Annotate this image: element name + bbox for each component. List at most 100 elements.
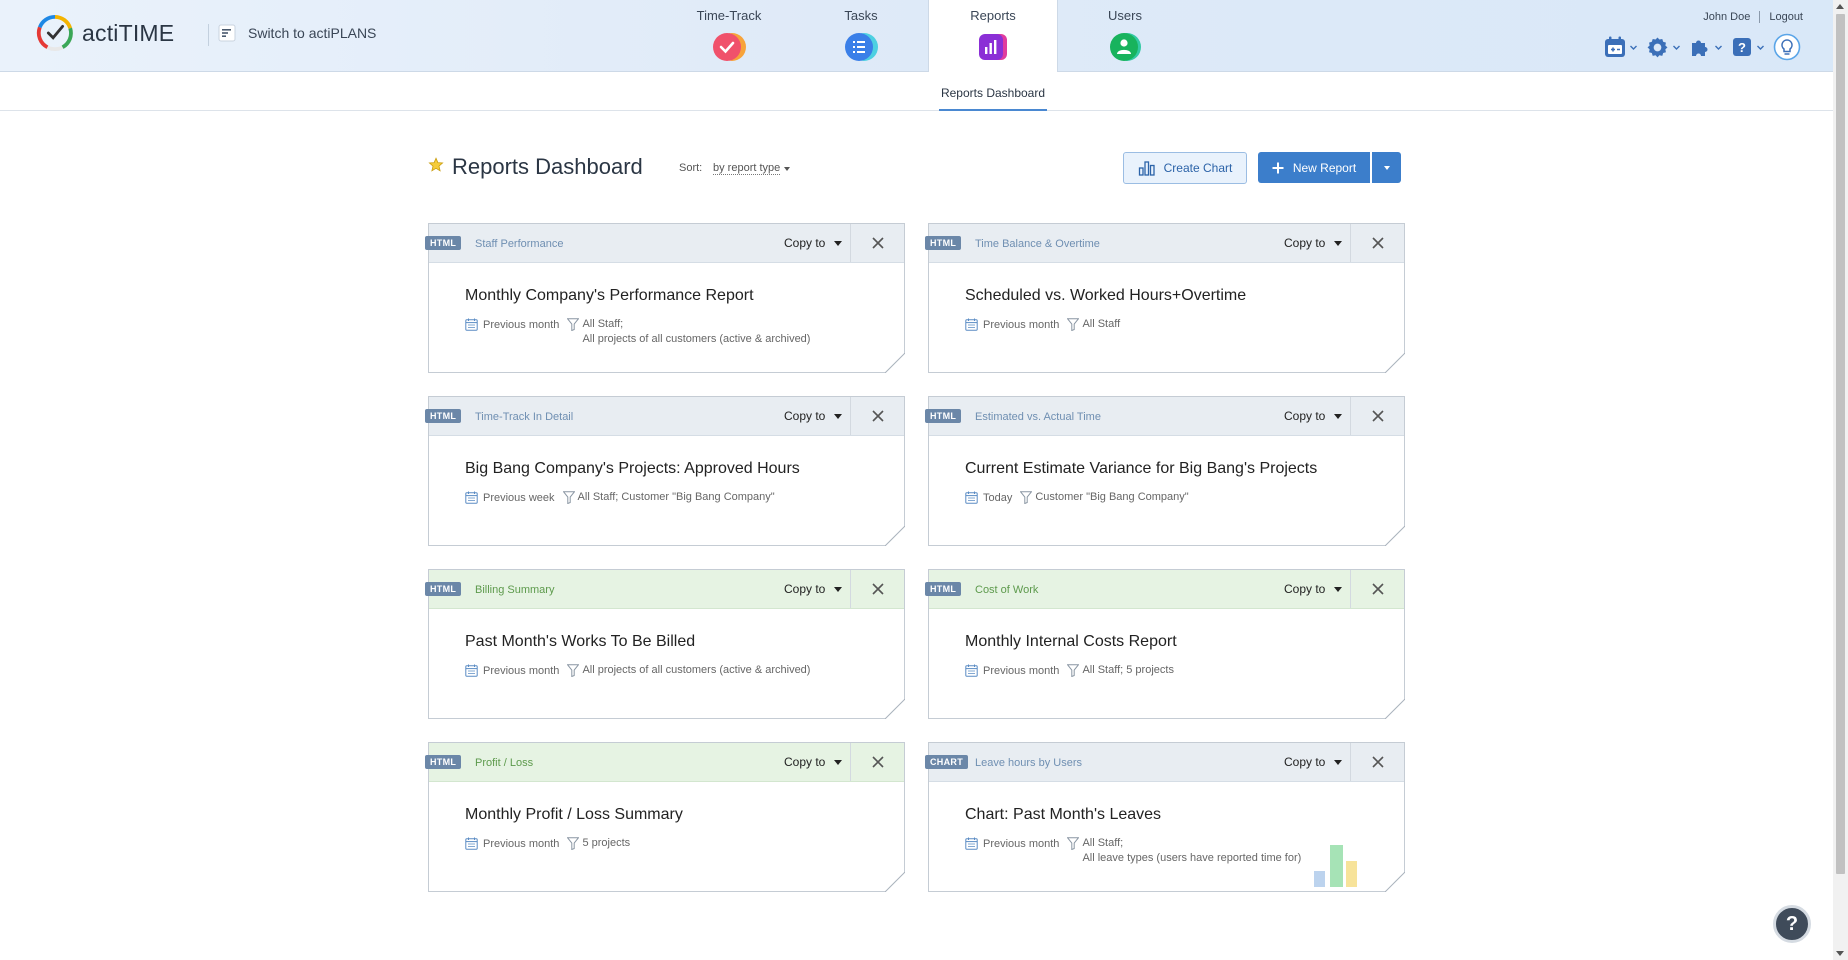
report-parameters: Previous month All Staff; All projects o… — [465, 318, 810, 347]
scroll-down-arrow[interactable] — [1836, 951, 1844, 956]
copy-to-dropdown[interactable]: Copy to — [784, 755, 843, 769]
settings-menu[interactable] — [1646, 36, 1681, 59]
switch-to-actiplans-link[interactable]: Switch to actiPLANS — [218, 24, 376, 42]
report-parameters: Previous month All Staff; 5 projects — [965, 664, 1174, 678]
nav-tab-users[interactable]: Users — [1060, 0, 1190, 72]
report-title[interactable]: Current Estimate Variance for Big Bang's… — [965, 460, 1317, 478]
report-parameters: Previous month All Staff — [965, 318, 1120, 332]
remove-report-button[interactable] — [850, 570, 904, 608]
app-logo[interactable]: actiTIME — [36, 14, 174, 52]
chevron-down-icon — [834, 240, 843, 246]
report-card[interactable]: HTML Time-Track In Detail Copy to Big Ba… — [425, 396, 905, 546]
report-card[interactable]: HTML Time Balance & Overtime Copy to Sch… — [925, 223, 1405, 373]
copy-to-dropdown[interactable]: Copy to — [1284, 582, 1343, 596]
remove-report-button[interactable] — [1350, 397, 1404, 435]
report-card[interactable]: CHART Leave hours by Users Copy to Chart… — [925, 742, 1405, 892]
copy-to-dropdown[interactable]: Copy to — [784, 236, 843, 250]
favorite-star-icon[interactable] — [428, 157, 444, 173]
report-type-link[interactable]: Profit / Loss — [475, 757, 533, 769]
report-card[interactable]: HTML Staff Performance Copy to Monthly C… — [425, 223, 905, 373]
copy-to-dropdown[interactable]: Copy to — [784, 582, 843, 596]
scrollbar-thumb[interactable] — [1836, 14, 1845, 874]
sort-dropdown[interactable]: by report type — [713, 162, 791, 175]
page-fold-corner — [1385, 353, 1405, 373]
format-badge: CHART — [925, 755, 968, 769]
sort-value: by report type — [713, 162, 781, 175]
remove-report-button[interactable] — [850, 743, 904, 781]
report-title[interactable]: Past Month's Works To Be Billed — [465, 633, 695, 651]
close-icon — [1371, 583, 1384, 595]
chevron-down-icon — [1757, 45, 1764, 50]
remove-report-button[interactable] — [850, 224, 904, 262]
close-icon — [871, 237, 884, 249]
report-card-header: HTML Time Balance & Overtime Copy to — [925, 224, 1404, 263]
scroll-up-arrow[interactable] — [1836, 4, 1844, 9]
thumbnail-bar-3 — [1346, 861, 1357, 887]
top-header: actiTIME Switch to actiPLANS Time-Track … — [0, 0, 1833, 73]
report-card[interactable]: HTML Estimated vs. Actual Time Copy to C… — [925, 396, 1405, 546]
report-title[interactable]: Chart: Past Month's Leaves — [965, 806, 1161, 824]
copy-to-label: Copy to — [1284, 755, 1326, 769]
nav-tab-tasks[interactable]: Tasks — [796, 0, 926, 72]
addons-menu[interactable] — [1689, 36, 1723, 58]
copy-to-dropdown[interactable]: Copy to — [1284, 409, 1343, 423]
report-parameters: Today Customer "Big Bang Company" — [965, 491, 1189, 505]
puzzle-icon — [1692, 40, 1708, 56]
report-title[interactable]: Monthly Profit / Loss Summary — [465, 806, 683, 824]
vertical-scrollbar[interactable] — [1833, 0, 1848, 960]
report-type-link[interactable]: Estimated vs. Actual Time — [975, 411, 1101, 423]
report-type-link[interactable]: Time Balance & Overtime — [975, 238, 1100, 250]
remove-report-button[interactable] — [1350, 570, 1404, 608]
new-report-label: New Report — [1292, 160, 1357, 175]
report-card[interactable]: HTML Cost of Work Copy to Monthly Intern… — [925, 569, 1405, 719]
copy-to-label: Copy to — [784, 409, 826, 423]
create-chart-button[interactable]: Create Chart — [1123, 152, 1247, 184]
remove-report-button[interactable] — [1350, 224, 1404, 262]
report-type-link[interactable]: Leave hours by Users — [975, 757, 1082, 769]
filter-icon — [1067, 837, 1080, 850]
help-menu[interactable]: ? — [1731, 36, 1765, 58]
nav-tab-reports[interactable]: Reports — [928, 0, 1058, 73]
report-parameters: Previous week All Staff; Customer "Big B… — [465, 491, 775, 505]
report-card-header: HTML Cost of Work Copy to — [925, 570, 1404, 609]
page-fold-corner — [1385, 699, 1405, 719]
report-filter: 5 projects — [582, 837, 631, 849]
floating-help-button[interactable]: ? — [1773, 905, 1811, 943]
format-badge: HTML — [425, 755, 462, 769]
report-card[interactable]: HTML Billing Summary Copy to Past Month'… — [425, 569, 905, 719]
remove-report-button[interactable] — [1350, 743, 1404, 781]
filter-icon — [1067, 318, 1080, 331]
sub-navigation: Reports Dashboard — [0, 72, 1833, 111]
chevron-down-icon — [1383, 165, 1390, 170]
calendar-menu[interactable] — [1604, 36, 1638, 58]
copy-to-dropdown[interactable]: Copy to — [784, 409, 843, 423]
tips-button[interactable] — [1773, 33, 1801, 61]
report-card-header: HTML Estimated vs. Actual Time Copy to — [925, 397, 1404, 436]
copy-to-dropdown[interactable]: Copy to — [1284, 236, 1343, 250]
page-fold-corner — [885, 872, 905, 892]
calendar-icon — [965, 664, 978, 677]
calendar-icon — [1605, 36, 1625, 57]
copy-to-dropdown[interactable]: Copy to — [1284, 755, 1343, 769]
logout-link[interactable]: Logout — [1769, 11, 1803, 23]
report-title[interactable]: Monthly Company's Performance Report — [465, 287, 754, 305]
nav-tab-time-track[interactable]: Time-Track — [664, 0, 794, 72]
report-card[interactable]: HTML Profit / Loss Copy to Monthly Profi… — [425, 742, 905, 892]
tab-reports-dashboard[interactable]: Reports Dashboard — [939, 86, 1047, 111]
report-type-link[interactable]: Staff Performance — [475, 238, 563, 250]
report-type-link[interactable]: Cost of Work — [975, 584, 1038, 596]
user-name-link[interactable]: John Doe — [1703, 11, 1750, 23]
report-type-link[interactable]: Billing Summary — [475, 584, 554, 596]
nav-tab-label: Time-Track — [696, 8, 762, 23]
report-title[interactable]: Scheduled vs. Worked Hours+Overtime — [965, 287, 1246, 305]
report-title[interactable]: Big Bang Company's Projects: Approved Ho… — [465, 460, 800, 478]
report-period: Today — [983, 491, 1013, 504]
report-type-link[interactable]: Time-Track In Detail — [475, 411, 573, 423]
report-filter: All Staff; — [1082, 837, 1124, 849]
remove-report-button[interactable] — [850, 397, 904, 435]
settings-icon — [1647, 36, 1668, 57]
report-title[interactable]: Monthly Internal Costs Report — [965, 633, 1177, 651]
switch-app-icon — [218, 24, 236, 42]
new-report-dropdown-button[interactable] — [1372, 152, 1401, 183]
new-report-button[interactable]: New Report — [1258, 152, 1370, 183]
